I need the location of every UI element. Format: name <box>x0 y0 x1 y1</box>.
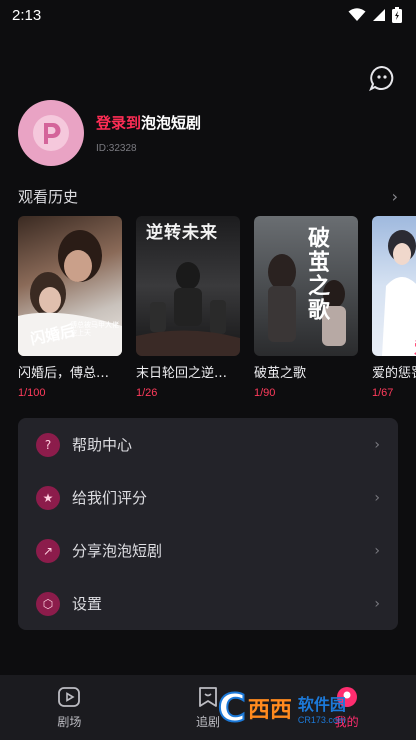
history-card[interactable]: 破茧之歌 破茧之歌 1/90 <box>254 216 358 399</box>
login-link[interactable]: 登录到泡泡短剧 <box>96 112 201 133</box>
poster-image: 闪婚后 傅总被马甲大佬宠上天 <box>18 216 122 356</box>
history-card[interactable]: 逆转未来 末日轮回之逆转未来 1/26 <box>136 216 240 399</box>
settings-menu: ? 帮助中心 › ★ 给我们评分 › ↗ 分享泡泡短剧 › ⬡ 设置 › <box>18 418 398 630</box>
card-title: 闪婚后，傅总被马甲大佬宠上天了 <box>18 366 122 381</box>
watermark-c-glyph: C <box>217 686 247 730</box>
history-card[interactable]: 爱的 爱的惩罚 1/67 <box>372 216 416 399</box>
poster-image: 破茧之歌 <box>254 216 358 356</box>
chevron-right-icon: › <box>374 436 380 453</box>
status-icons <box>348 7 402 23</box>
watermark-logo: C 西西 软件园 CR173.com <box>217 684 398 732</box>
menu-label: 设置 <box>72 595 103 613</box>
watermark-brand: 西西 <box>247 698 292 723</box>
history-list: 闪婚后 傅总被马甲大佬宠上天 闪婚后，傅总被马甲大佬宠上天了 1/100 逆转未… <box>18 216 416 399</box>
battery-icon <box>392 7 402 23</box>
settings-icon: ⬡ <box>36 591 60 616</box>
app-name: 泡泡短剧 <box>141 114 202 132</box>
message-button[interactable] <box>368 64 396 92</box>
tab-label: 剧场 <box>57 715 82 729</box>
profile-section[interactable]: 登录到泡泡短剧 ID:32328 <box>18 100 201 166</box>
chevron-right-icon: › <box>374 595 380 612</box>
app-logo-icon <box>33 115 69 151</box>
history-title: 观看历史 <box>18 188 79 206</box>
chevron-right-icon[interactable]: › <box>392 187 398 206</box>
share-icon: ↗ <box>36 538 60 563</box>
theater-icon <box>58 687 81 707</box>
card-title: 爱的惩罚 <box>372 366 416 381</box>
menu-item-help[interactable]: ? 帮助中心 › <box>36 418 380 471</box>
poster-image: 爱的 <box>372 216 416 356</box>
card-progress: 1/90 <box>254 387 276 399</box>
help-icon: ? <box>36 432 60 457</box>
bookmark-icon <box>199 687 217 707</box>
watermark-url: CR173.com <box>297 715 346 725</box>
tab-label: 追剧 <box>196 715 221 729</box>
poster-subtitle-text: 傅总被马甲大佬宠上天 <box>70 321 119 337</box>
card-progress: 1/67 <box>372 387 394 399</box>
tab-theater[interactable]: 剧场 <box>0 675 139 740</box>
menu-item-settings[interactable]: ⬡ 设置 › <box>36 577 380 630</box>
history-card[interactable]: 闪婚后 傅总被马甲大佬宠上天 闪婚后，傅总被马甲大佬宠上天了 1/100 <box>18 216 122 399</box>
chat-bubble-icon <box>369 65 394 92</box>
login-prefix: 登录到 <box>96 114 142 132</box>
menu-label: 帮助中心 <box>72 436 133 454</box>
poster-title-text: 破茧之歌 <box>304 226 329 322</box>
menu-label: 给我们评分 <box>72 489 148 507</box>
card-progress: 1/26 <box>136 387 158 399</box>
watermark-name: 软件园 <box>297 695 346 714</box>
poster-image: 逆转未来 <box>136 216 240 356</box>
status-time: 2:13 <box>12 6 42 24</box>
wifi-icon <box>348 8 366 21</box>
card-title: 破茧之歌 <box>254 366 307 381</box>
card-progress: 1/100 <box>18 387 46 399</box>
star-bag-icon: ★ <box>36 485 60 510</box>
card-title: 末日轮回之逆转未来 <box>136 366 240 381</box>
chevron-right-icon: › <box>374 489 380 506</box>
history-header[interactable]: 观看历史 › <box>18 186 398 207</box>
menu-label: 分享泡泡短剧 <box>72 542 163 560</box>
menu-item-rate[interactable]: ★ 给我们评分 › <box>36 471 380 524</box>
chevron-right-icon: › <box>374 542 380 559</box>
signal-icon <box>373 9 385 21</box>
status-bar: 2:13 <box>0 0 416 30</box>
poster-title-text: 逆转未来 <box>146 223 218 243</box>
user-id: ID:32328 <box>96 143 137 154</box>
menu-item-share[interactable]: ↗ 分享泡泡短剧 › <box>36 524 380 577</box>
avatar[interactable] <box>18 100 84 166</box>
